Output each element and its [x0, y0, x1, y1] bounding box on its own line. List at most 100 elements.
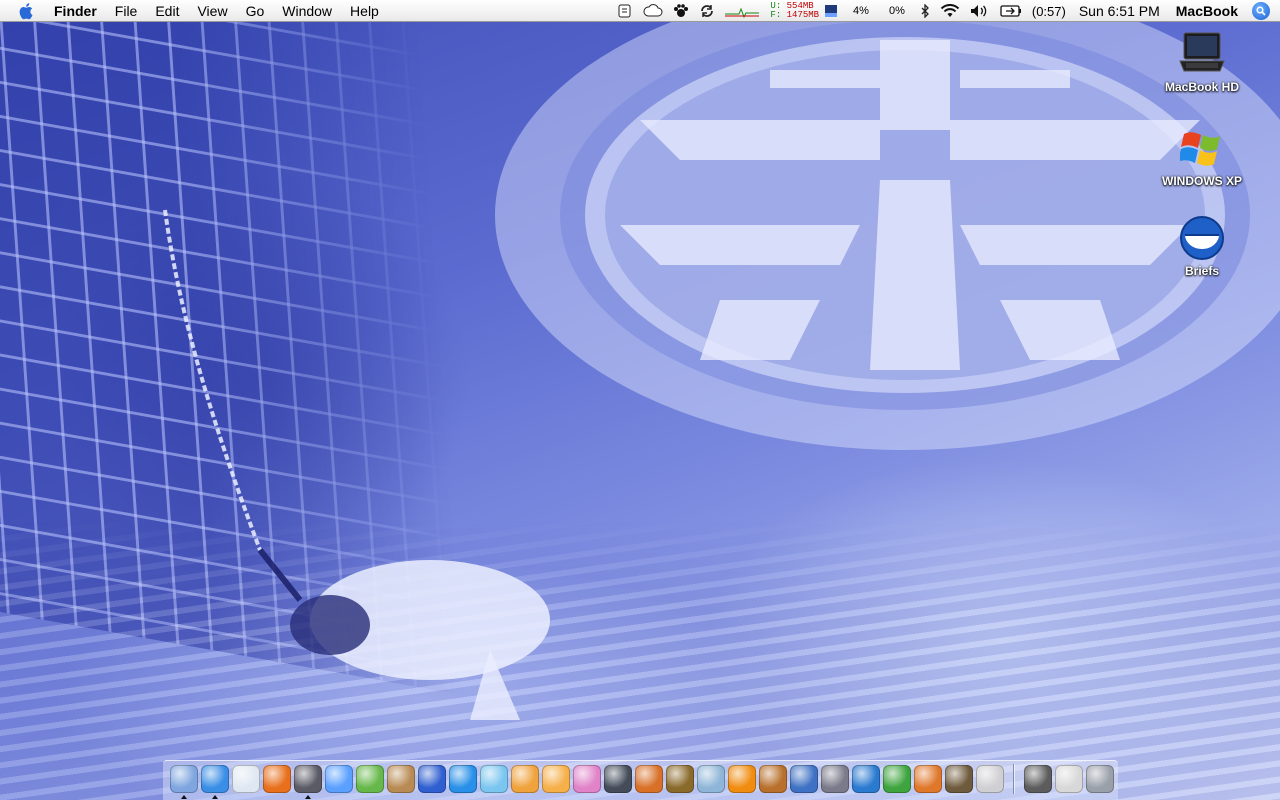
keynote-icon: [789, 765, 818, 793]
cpu-usage-b[interactable]: 0%: [879, 0, 915, 22]
dock-item-keynote[interactable]: [788, 762, 819, 796]
memory-free-value: 1475MB: [786, 10, 820, 20]
preview-icon: [696, 765, 725, 793]
dock-item-imovie[interactable]: [416, 762, 447, 796]
dock-item-flower-app[interactable]: [540, 762, 571, 796]
desktop-icon-macbook-hd[interactable]: MacBook HD: [1152, 30, 1252, 94]
dock-item-safari[interactable]: [199, 762, 230, 799]
desktop-icon-label: MacBook HD: [1164, 80, 1239, 94]
dock-item-trash[interactable]: [1084, 762, 1115, 796]
running-indicator: [304, 795, 311, 799]
dashboard-icon: [231, 765, 260, 793]
apple-menu-icon[interactable]: [16, 0, 38, 22]
dock-item-pen-app[interactable]: [819, 762, 850, 796]
butterfly-app-icon: [572, 765, 601, 793]
paw-icon[interactable]: [668, 0, 694, 22]
mail-icon: [293, 765, 322, 793]
volume-icon[interactable]: [965, 0, 995, 22]
sync-icon[interactable]: [694, 0, 720, 22]
dock-item-pineapple-app[interactable]: [664, 762, 695, 796]
dock-item-butterfly-app[interactable]: [571, 762, 602, 796]
dock-item-ichat[interactable]: [323, 762, 354, 796]
flower-app-icon: [541, 765, 570, 793]
dock-item-vlc[interactable]: [726, 762, 757, 796]
dock-item-powerpoint[interactable]: [912, 762, 943, 796]
cpu-usage-a[interactable]: 4%: [843, 0, 879, 22]
wifi-icon[interactable]: [935, 0, 965, 22]
dock-item-word[interactable]: [850, 762, 881, 796]
powerpoint-icon: [913, 765, 942, 793]
dock-item-folder-stack[interactable]: [1022, 762, 1053, 796]
dock-item-cinema-app[interactable]: [633, 762, 664, 796]
dock-item-excel[interactable]: [881, 762, 912, 796]
dock-item-dvd-player[interactable]: [602, 762, 633, 796]
hard-drive-icon: [1178, 30, 1226, 78]
cinema-app-icon: [634, 765, 663, 793]
menu-help[interactable]: Help: [341, 0, 388, 22]
disk-meter-icon[interactable]: [819, 0, 843, 22]
menu-clock[interactable]: Sun 6:51 PM: [1071, 3, 1168, 19]
trash-icon: [1085, 765, 1114, 793]
dock-separator: [1013, 764, 1014, 794]
dock-items: [168, 762, 1115, 799]
itunes-icon: [355, 765, 384, 793]
wallpaper-figure: [163, 209, 550, 720]
battery-time[interactable]: (0:57): [1027, 0, 1071, 22]
desktop-icon-windows-xp[interactable]: WINDOWS XP: [1152, 124, 1252, 188]
dock-item-system-preferences[interactable]: [974, 762, 1005, 796]
dock-item-itunes[interactable]: [354, 762, 385, 796]
desktop-icon-label: WINDOWS XP: [1162, 174, 1242, 188]
dock-item-idvd[interactable]: [447, 762, 478, 796]
menu-app-name[interactable]: Finder: [50, 0, 106, 22]
bluetooth-icon[interactable]: [915, 0, 935, 22]
pen-app-icon: [820, 765, 849, 793]
menu-file[interactable]: File: [106, 0, 147, 22]
dock-item-dashboard[interactable]: [230, 762, 261, 796]
dock-item-photo-booth[interactable]: [757, 762, 788, 796]
memory-free-label: F:: [770, 10, 782, 20]
dock-item-mail[interactable]: [292, 762, 323, 799]
menu-go[interactable]: Go: [237, 0, 274, 22]
desktop-wallpaper: [0, 0, 1280, 800]
windows-logo-icon: [1178, 124, 1226, 172]
dvd-player-icon: [603, 765, 632, 793]
finder-icon: [169, 765, 198, 793]
script-menu-icon[interactable]: [612, 0, 638, 22]
menu-window[interactable]: Window: [273, 0, 341, 22]
menu-bar: Finder File Edit View Go Window Help U: …: [0, 0, 1280, 22]
garageband-icon: [510, 765, 539, 793]
user-menu[interactable]: MacBook: [1168, 3, 1246, 19]
excel-icon: [882, 765, 911, 793]
ichat-icon: [324, 765, 353, 793]
dock-item-finder[interactable]: [168, 762, 199, 799]
photo-booth-icon: [758, 765, 787, 793]
menu-extras: U: 554MB F: 1475MB 4% 0% (0:57) Sun 6:51…: [612, 0, 1274, 22]
documents-icon: [1054, 765, 1083, 793]
dock-item-preview[interactable]: [695, 762, 726, 796]
dock-item-iweb[interactable]: [478, 762, 509, 796]
memory-meter[interactable]: U: 554MB F: 1475MB: [764, 2, 819, 20]
iweb-icon: [479, 765, 508, 793]
system-preferences-icon: [975, 765, 1004, 793]
battery-icon[interactable]: [995, 0, 1027, 22]
network-graph-icon: [720, 0, 764, 22]
menu-view[interactable]: View: [188, 0, 236, 22]
spotlight-search-icon[interactable]: [1252, 2, 1270, 20]
word-icon: [851, 765, 880, 793]
briefs-app-icon: [1178, 214, 1226, 262]
menu-edit[interactable]: Edit: [146, 0, 188, 22]
tool-app-icon: [944, 765, 973, 793]
running-indicator: [180, 795, 187, 799]
dock-item-firefox[interactable]: [261, 762, 292, 796]
dock-item-tool-app[interactable]: [943, 762, 974, 796]
imovie-icon: [417, 765, 446, 793]
firefox-icon: [262, 765, 291, 793]
iphoto-icon: [386, 765, 415, 793]
idvd-icon: [448, 765, 477, 793]
cloud-icon[interactable]: [638, 0, 668, 22]
dock-item-documents[interactable]: [1053, 762, 1084, 796]
dock-item-iphoto[interactable]: [385, 762, 416, 796]
desktop-icon-briefs[interactable]: Briefs: [1152, 214, 1252, 278]
dock-item-garageband[interactable]: [509, 762, 540, 796]
running-indicator: [211, 795, 218, 799]
